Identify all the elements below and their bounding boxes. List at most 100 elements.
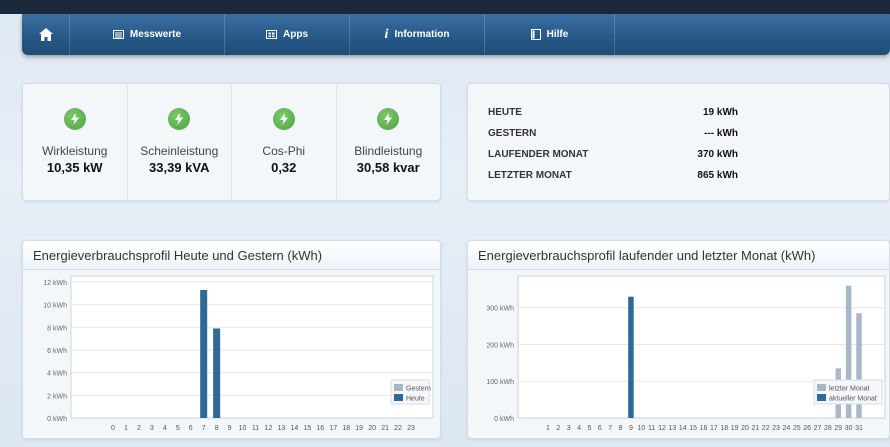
y-tick-label: 8 kWh bbox=[47, 325, 67, 332]
energy-row-laufender-monat: LAUFENDER MONAT 370 kWh bbox=[488, 144, 889, 165]
x-tick-label: 6 bbox=[598, 425, 602, 432]
x-tick-label: 14 bbox=[290, 425, 298, 432]
meter-value: 0,32 bbox=[271, 160, 297, 175]
energy-label: HEUTE bbox=[488, 107, 522, 118]
meter-cos-phi: Cos-Phi 0,32 bbox=[232, 84, 337, 200]
info-icon: i bbox=[384, 26, 389, 42]
energy-label: LAUFENDER MONAT bbox=[488, 149, 589, 160]
x-tick-label: 17 bbox=[329, 425, 337, 432]
top-strip bbox=[0, 0, 890, 14]
meter-value: 33,39 kVA bbox=[149, 160, 210, 175]
energy-value: 865 kWh bbox=[697, 170, 738, 181]
y-tick-label: 300 kWh bbox=[486, 306, 514, 313]
chart-title: Energieverbrauchsprofil Heute und Gester… bbox=[23, 241, 440, 270]
x-tick-label: 20 bbox=[741, 425, 749, 432]
x-tick-label: 20 bbox=[368, 425, 376, 432]
x-tick-label: 25 bbox=[793, 425, 801, 432]
x-tick-label: 23 bbox=[772, 425, 780, 432]
meter-blindleistung: Blindleistung 30,58 kvar bbox=[337, 84, 441, 200]
power-meter-card: Wirkleistung 10,35 kW Scheinleistung 33,… bbox=[22, 83, 441, 201]
y-tick-label: 4 kWh bbox=[47, 371, 67, 378]
nav-messwerte[interactable]: Messwerte bbox=[70, 14, 225, 55]
nav-hilfe[interactable]: Hilfe bbox=[485, 14, 615, 55]
x-tick-label: 28 bbox=[824, 425, 832, 432]
x-tick-label: 21 bbox=[751, 425, 759, 432]
legend-swatch bbox=[817, 394, 826, 401]
x-tick-label: 4 bbox=[577, 425, 581, 432]
x-tick-label: 30 bbox=[845, 425, 853, 432]
x-tick-label: 1 bbox=[124, 425, 128, 432]
apps-icon bbox=[266, 30, 277, 39]
table-icon bbox=[112, 30, 124, 39]
y-tick-label: 0 kWh bbox=[47, 416, 67, 423]
x-tick-label: 17 bbox=[710, 425, 718, 432]
x-tick-label: 3 bbox=[150, 425, 154, 432]
x-tick-label: 2 bbox=[137, 425, 141, 432]
meter-scheinleistung: Scheinleistung 33,39 kVA bbox=[128, 84, 232, 200]
chart-title: Energieverbrauchsprofil laufender und le… bbox=[468, 241, 889, 270]
nav-information[interactable]: i Information bbox=[350, 14, 485, 55]
legend-label: Heute bbox=[406, 396, 425, 403]
meter-value: 10,35 kW bbox=[46, 160, 103, 175]
y-tick-label: 6 kWh bbox=[47, 348, 67, 355]
x-tick-label: 22 bbox=[394, 425, 402, 432]
bar bbox=[628, 296, 634, 418]
energy-value: 370 kWh bbox=[697, 149, 738, 160]
meter-label: Scheinleistung bbox=[140, 144, 219, 158]
x-tick-label: 0 bbox=[111, 425, 115, 432]
plot-area bbox=[70, 275, 434, 419]
energy-value: --- kWh bbox=[704, 128, 738, 139]
energy-label: GESTERN bbox=[488, 128, 537, 139]
x-tick-label: 26 bbox=[803, 425, 811, 432]
x-tick-label: 3 bbox=[567, 425, 571, 432]
legend-swatch bbox=[394, 394, 403, 401]
daily-profile-chart: 0 kWh2 kWh4 kWh6 kWh8 kWh10 kWh12 kWh0 1 2… bbox=[43, 275, 434, 432]
x-tick-label: 18 bbox=[720, 425, 728, 432]
x-tick-label: 9 bbox=[228, 425, 232, 432]
y-tick-label: 12 kWh bbox=[43, 280, 67, 287]
home-icon bbox=[38, 28, 53, 41]
x-tick-label: 14 bbox=[679, 425, 687, 432]
x-tick-label: 15 bbox=[303, 425, 311, 432]
x-tick-label: 23 bbox=[407, 425, 415, 432]
x-tick-label: 16 bbox=[316, 425, 324, 432]
daily-profile-chart-card: Energieverbrauchsprofil Heute und Gester… bbox=[22, 240, 441, 439]
x-tick-label: 27 bbox=[814, 425, 822, 432]
y-tick-label: 200 kWh bbox=[486, 342, 514, 349]
legend-label: letzter Monat bbox=[829, 386, 870, 393]
nav-apps-label: Apps bbox=[283, 29, 308, 40]
x-tick-label: 10 bbox=[637, 425, 645, 432]
y-tick-label: 10 kWh bbox=[43, 303, 67, 310]
nav-apps[interactable]: Apps bbox=[225, 14, 350, 55]
lightning-icon bbox=[377, 108, 400, 130]
x-tick-label: 6 bbox=[189, 425, 193, 432]
legend-swatch bbox=[817, 384, 826, 391]
x-tick-label: 12 bbox=[265, 425, 273, 432]
energy-row-gestern: GESTERN --- kWh bbox=[488, 123, 889, 144]
energy-label: LETZTER MONAT bbox=[488, 170, 572, 181]
bar bbox=[200, 289, 208, 418]
nav-messwerte-label: Messwerte bbox=[129, 29, 182, 40]
meter-label: Wirkleistung bbox=[42, 144, 108, 158]
energy-row-letzter-monat: LETZTER MONAT 865 kWh bbox=[488, 165, 889, 186]
lightning-icon bbox=[272, 108, 295, 130]
x-tick-label: 5 bbox=[176, 425, 180, 432]
x-tick-label: 8 bbox=[215, 425, 219, 432]
x-tick-label: 16 bbox=[700, 425, 708, 432]
x-tick-label: 13 bbox=[278, 425, 286, 432]
x-tick-label: 1 bbox=[546, 425, 550, 432]
chart-legend: Gestern Heute bbox=[390, 379, 431, 405]
meter-label: Blindleistung bbox=[354, 144, 423, 158]
x-tick-label: 24 bbox=[783, 425, 791, 432]
x-tick-label: 11 bbox=[252, 425, 259, 432]
x-tick-label: 7 bbox=[202, 425, 206, 432]
meter-wirkleistung: Wirkleistung 10,35 kW bbox=[23, 84, 128, 200]
meter-label: Cos-Phi bbox=[262, 144, 306, 158]
nav-home[interactable] bbox=[22, 14, 70, 55]
x-tick-label: 29 bbox=[834, 425, 842, 432]
lightning-icon bbox=[168, 108, 191, 130]
monthly-profile-chart-card: Energieverbrauchsprofil laufender und le… bbox=[467, 240, 890, 439]
nav-information-label: Information bbox=[394, 29, 450, 40]
y-tick-label: 2 kWh bbox=[47, 393, 67, 400]
x-tick-label: 4 bbox=[163, 425, 167, 432]
